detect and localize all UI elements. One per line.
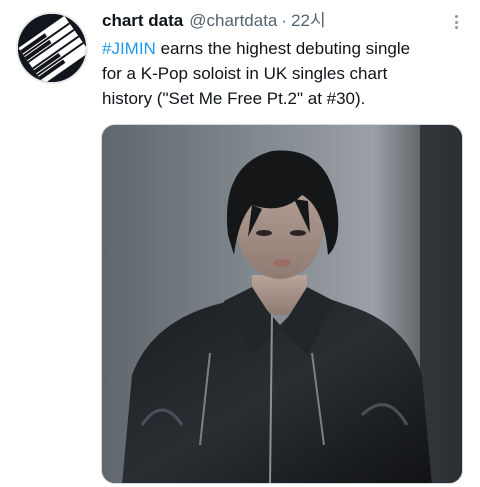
more-dot	[454, 15, 458, 18]
tweet-header: chart data @chartdata · 22시	[102, 10, 444, 32]
photo-image	[102, 125, 462, 483]
avatar[interactable]	[16, 12, 88, 84]
more-options-icon[interactable]	[448, 12, 464, 32]
more-dot	[454, 20, 458, 24]
display-name[interactable]: chart data	[102, 10, 183, 32]
tweet-text-line-2: for a K-Pop soloist in UK singles chart	[102, 64, 388, 83]
tweet-text-line-1: #JIMIN earns the highest debuting single	[102, 36, 472, 61]
separator-dot: ·	[281, 11, 288, 30]
piano-keys-logo-icon	[18, 14, 86, 82]
tweet-card[interactable]: chart data @chartdata · 22시 #JIMIN earns…	[0, 0, 480, 487]
tweet-photo[interactable]	[101, 124, 463, 484]
timestamp[interactable]: 22시	[291, 10, 326, 32]
tweet-text: #JIMIN earns the highest debuting single…	[102, 36, 472, 111]
tweet-text-line-1-rest: earns the highest debuting single	[155, 39, 411, 58]
more-dot	[454, 26, 458, 29]
tweet-text-line-3: history ("Set Me Free Pt.2" at #30).	[102, 89, 366, 108]
user-handle[interactable]: @chartdata	[189, 10, 277, 32]
hashtag-link[interactable]: #JIMIN	[102, 39, 156, 58]
